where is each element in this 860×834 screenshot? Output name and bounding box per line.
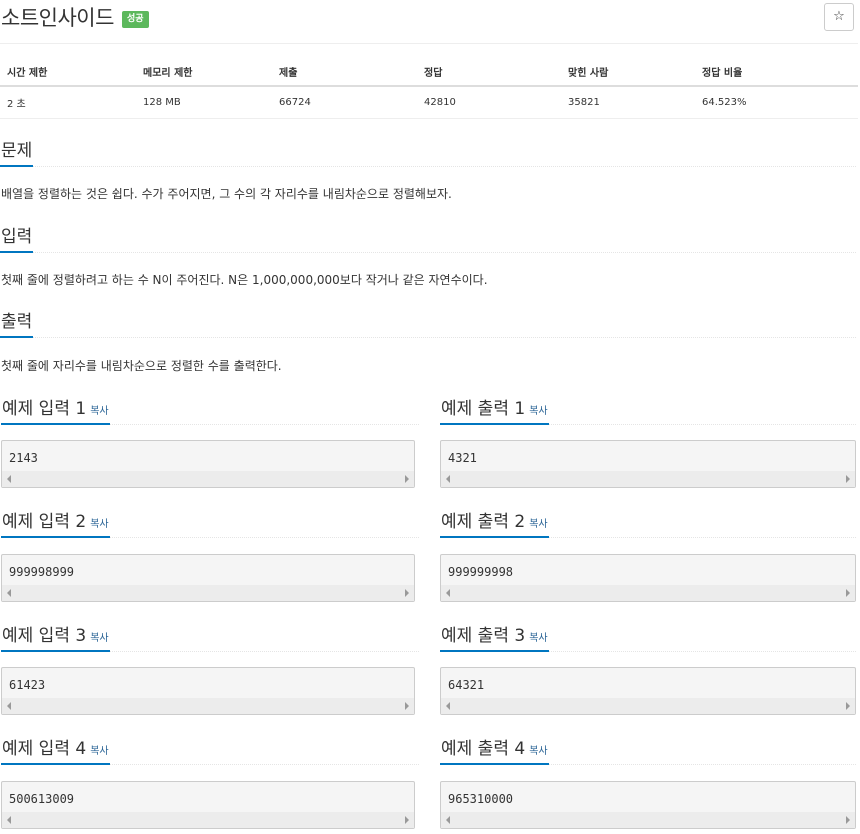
scroll-right-icon[interactable] bbox=[846, 816, 850, 824]
section-title-problem: 문제 bbox=[0, 136, 34, 167]
sample-input-2-value: 999998999 bbox=[9, 565, 75, 579]
section-header-output: 출력 bbox=[0, 307, 856, 338]
column-header-accept-ratio: 정답 비율 bbox=[695, 56, 858, 87]
output-description: 첫째 줄에 자리수를 내림차순으로 정렬한 수를 출력한다. bbox=[1, 359, 282, 373]
sample-input-1-box[interactable]: 2143 bbox=[1, 440, 415, 488]
scroll-right-icon[interactable] bbox=[405, 475, 409, 483]
horizontal-scrollbar[interactable] bbox=[2, 812, 414, 828]
sample-input-2-title: 예제 입력 2 복사 bbox=[1, 507, 110, 538]
sample-output-4-value: 965310000 bbox=[448, 792, 514, 806]
table-row: 2 초 128 MB 66724 42810 35821 64.523% bbox=[0, 86, 858, 119]
scroll-right-icon[interactable] bbox=[405, 816, 409, 824]
section-header-problem: 문제 bbox=[0, 136, 856, 167]
section-header-input: 입력 bbox=[0, 222, 856, 253]
scroll-right-icon[interactable] bbox=[405, 589, 409, 597]
scroll-right-icon[interactable] bbox=[846, 589, 850, 597]
sample-output-1-header: 예제 출력 1 복사 bbox=[440, 394, 856, 425]
sample-output-3-header: 예제 출력 3 복사 bbox=[440, 621, 856, 652]
sample-input-3-value: 61423 bbox=[9, 678, 46, 692]
scroll-left-icon[interactable] bbox=[446, 475, 450, 483]
solved-users-value: 35821 bbox=[561, 86, 695, 119]
sample-output-4-header: 예제 출력 4 복사 bbox=[440, 734, 856, 765]
horizontal-scrollbar[interactable] bbox=[2, 585, 414, 601]
problem-title: 소트인사이드 bbox=[1, 6, 114, 30]
scroll-left-icon[interactable] bbox=[7, 475, 11, 483]
sample-output-2-value: 999999998 bbox=[448, 565, 514, 579]
scroll-left-icon[interactable] bbox=[446, 589, 450, 597]
table-header-row: 시간 제한 메모리 제한 제출 정답 맞힌 사람 정답 비율 bbox=[0, 56, 858, 87]
horizontal-scrollbar[interactable] bbox=[441, 812, 855, 828]
sample-input-2-box[interactable]: 999998999 bbox=[1, 554, 415, 602]
sample-output-3-title: 예제 출력 3 복사 bbox=[440, 621, 549, 652]
sample-input-2-header: 예제 입력 2 복사 bbox=[1, 507, 419, 538]
sample-output-1-title: 예제 출력 1 복사 bbox=[440, 394, 549, 425]
problem-header: 소트인사이드 성공 ☆ bbox=[0, 0, 858, 44]
star-icon: ☆ bbox=[833, 9, 845, 24]
sample-input-3-header: 예제 입력 3 복사 bbox=[1, 621, 419, 652]
memory-limit-value: 128 MB bbox=[136, 86, 272, 119]
horizontal-scrollbar[interactable] bbox=[441, 585, 855, 601]
sample-output-4-title: 예제 출력 4 복사 bbox=[440, 734, 549, 765]
sample-output-2-box[interactable]: 999999998 bbox=[440, 554, 856, 602]
sample-input-4-box[interactable]: 500613009 bbox=[1, 781, 415, 829]
copy-button[interactable]: 복사 bbox=[90, 746, 108, 757]
sample-input-1-value: 2143 bbox=[9, 451, 38, 465]
scroll-right-icon[interactable] bbox=[405, 702, 409, 710]
column-header-solved-users: 맞힌 사람 bbox=[561, 56, 695, 87]
sample-input-3-box[interactable]: 61423 bbox=[1, 667, 415, 715]
sample-input-3-title: 예제 입력 3 복사 bbox=[1, 621, 110, 652]
copy-button[interactable]: 복사 bbox=[90, 406, 108, 417]
horizontal-scrollbar[interactable] bbox=[441, 471, 855, 487]
input-description: 첫째 줄에 정렬하려고 하는 수 N이 주어진다. N은 1,000,000,0… bbox=[1, 273, 488, 287]
column-header-time-limit: 시간 제한 bbox=[0, 56, 136, 87]
sample-output-3-box[interactable]: 64321 bbox=[440, 667, 856, 715]
scroll-left-icon[interactable] bbox=[7, 589, 11, 597]
favorite-button[interactable]: ☆ bbox=[824, 3, 854, 31]
sample-output-1-value: 4321 bbox=[448, 451, 477, 465]
scroll-left-icon[interactable] bbox=[446, 816, 450, 824]
sample-input-1-header: 예제 입력 1 복사 bbox=[1, 394, 419, 425]
time-limit-value: 2 초 bbox=[0, 86, 136, 119]
horizontal-scrollbar[interactable] bbox=[2, 471, 414, 487]
copy-button[interactable]: 복사 bbox=[529, 633, 547, 644]
problem-description: 배열을 정렬하는 것은 쉽다. 수가 주어지면, 그 수의 각 자리수를 내림차… bbox=[1, 187, 452, 201]
sample-output-2-header: 예제 출력 2 복사 bbox=[440, 507, 856, 538]
sample-input-1-title: 예제 입력 1 복사 bbox=[1, 394, 110, 425]
copy-button[interactable]: 복사 bbox=[90, 633, 108, 644]
scroll-left-icon[interactable] bbox=[446, 702, 450, 710]
sample-output-2-title: 예제 출력 2 복사 bbox=[440, 507, 549, 538]
column-header-accepted: 정답 bbox=[417, 56, 561, 87]
column-header-submissions: 제출 bbox=[272, 56, 417, 87]
accept-ratio-value: 64.523% bbox=[695, 86, 858, 119]
horizontal-scrollbar[interactable] bbox=[441, 698, 855, 714]
copy-button[interactable]: 복사 bbox=[90, 519, 108, 530]
copy-button[interactable]: 복사 bbox=[529, 406, 547, 417]
copy-button[interactable]: 복사 bbox=[529, 746, 547, 757]
sample-output-4-box[interactable]: 965310000 bbox=[440, 781, 856, 829]
sample-output-1-box[interactable]: 4321 bbox=[440, 440, 856, 488]
scroll-left-icon[interactable] bbox=[7, 702, 11, 710]
scroll-right-icon[interactable] bbox=[846, 475, 850, 483]
column-header-memory-limit: 메모리 제한 bbox=[136, 56, 272, 87]
copy-button[interactable]: 복사 bbox=[529, 519, 547, 530]
sample-output-3-value: 64321 bbox=[448, 678, 485, 692]
sample-input-4-title: 예제 입력 4 복사 bbox=[1, 734, 110, 765]
scroll-right-icon[interactable] bbox=[846, 702, 850, 710]
problem-info-table: 시간 제한 메모리 제한 제출 정답 맞힌 사람 정답 비율 2 초 128 M… bbox=[0, 56, 858, 119]
horizontal-scrollbar[interactable] bbox=[2, 698, 414, 714]
submissions-value: 66724 bbox=[272, 86, 417, 119]
section-title-output: 출력 bbox=[0, 307, 34, 338]
section-title-input: 입력 bbox=[0, 222, 34, 253]
problem-page: 소트인사이드 성공 ☆ 시간 제한 메모리 제한 제출 정답 맞힌 사람 정답 … bbox=[0, 0, 860, 834]
sample-input-4-header: 예제 입력 4 복사 bbox=[1, 734, 419, 765]
status-badge: 성공 bbox=[122, 11, 149, 28]
scroll-left-icon[interactable] bbox=[7, 816, 11, 824]
sample-input-4-value: 500613009 bbox=[9, 792, 75, 806]
accepted-value: 42810 bbox=[417, 86, 561, 119]
